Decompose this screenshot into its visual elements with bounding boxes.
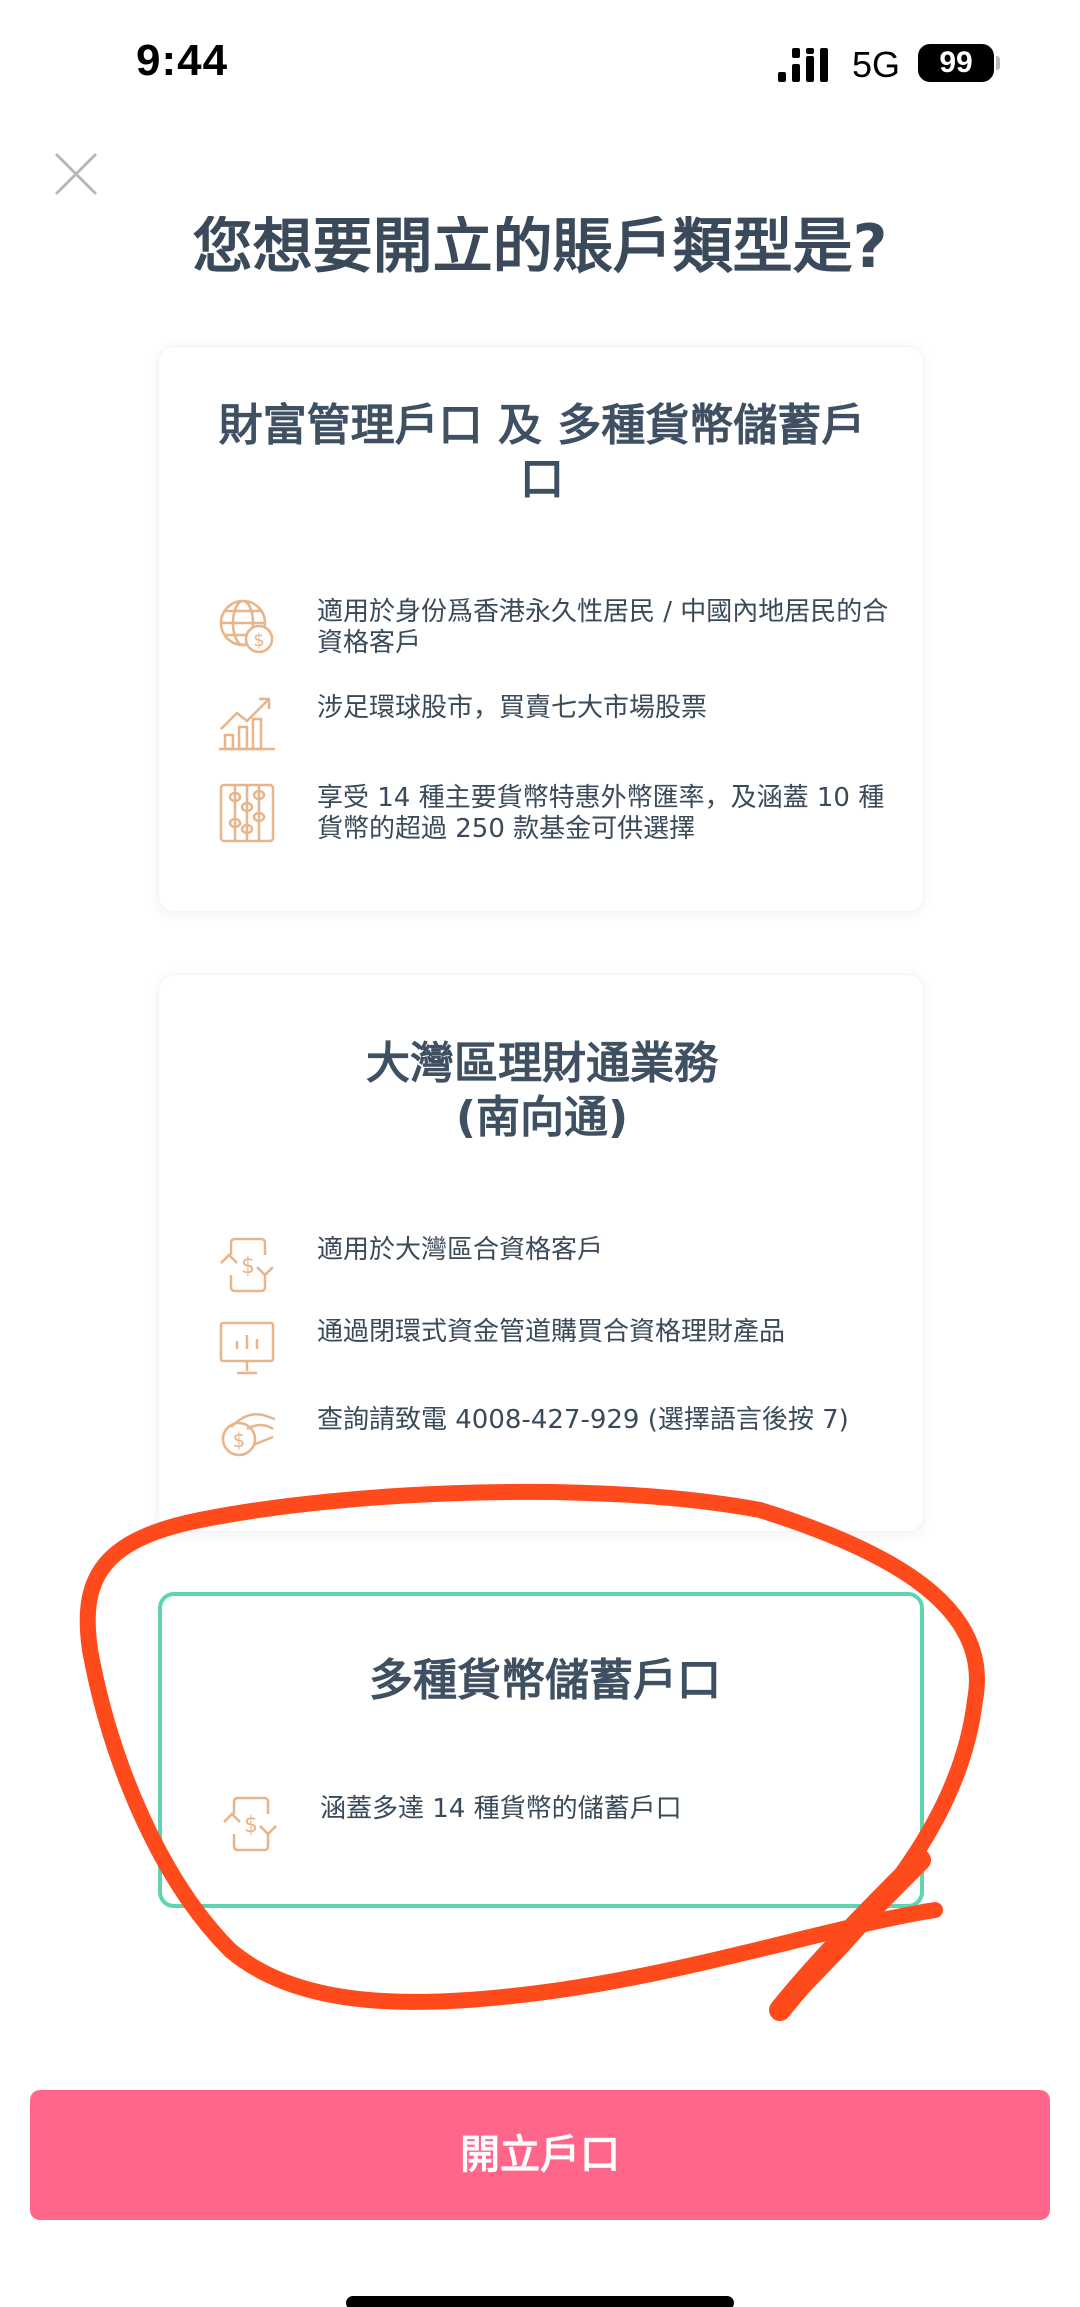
feature-text: 涉足環球股市，買賣七大市場股票 <box>317 693 708 723</box>
svg-text:$: $ <box>233 1428 246 1452</box>
close-icon[interactable] <box>54 152 98 196</box>
signal-icon <box>778 48 828 82</box>
card-title: 財富管理戶口 及 多種貨幣儲蓄戶口 <box>218 400 866 505</box>
feature-text: 通過閉環式資金管道購買合資格理財產品 <box>317 1317 786 1347</box>
feature-text: 涵蓋多達 14 種貨幣的儲蓄戶口 <box>320 1794 682 1824</box>
wealth-management-account-card[interactable]: 財富管理戶口 及 多種貨幣儲蓄戶口 $ 適用於身份爲香港永久性居民 / 中國內地… <box>158 346 924 912</box>
svg-text:$: $ <box>244 1813 258 1838</box>
feature-text: 享受 14 種主要貨幣特惠外幣匯率，及涵蓋 10 種貨幣的超過 250 款基金可… <box>317 783 885 844</box>
hand-coin-icon: $ <box>221 1413 276 1457</box>
feature-text: 適用於大灣區合資格客戶 <box>317 1235 604 1265</box>
svg-text:$: $ <box>241 1254 255 1279</box>
battery-icon: 99 <box>918 44 994 82</box>
home-indicator <box>346 2296 734 2307</box>
page-heading-container: 您想要開立的賬戶類型是? <box>0 216 1080 274</box>
presentation-chart-icon <box>219 1321 275 1375</box>
svg-text:$: $ <box>253 630 264 651</box>
account-type-screen: 9:44 5G 99 您想要開立的賬戶類型是? 財富管理戶口 及 多種貨幣儲蓄戶… <box>0 0 1080 2307</box>
gba-wealth-connect-card[interactable]: 大灣區理財通業務 (南向通) $ 適用於大灣區合資格客戶 通過閉環式資金管道購買… <box>158 974 924 1532</box>
card-title: 大灣區理財通業務 (南向通) <box>366 1038 718 1143</box>
globe-dollar-icon: $ <box>219 599 274 654</box>
currency-exchange-icon: $ <box>220 1237 274 1293</box>
multi-currency-savings-card[interactable]: 多種貨幣儲蓄戶口 $ 涵蓋多達 14 種貨幣的儲蓄戶口 <box>158 1592 924 1908</box>
abacus-icon <box>219 783 275 843</box>
open-account-button[interactable]: 開立戶口 <box>30 2090 1050 2220</box>
growth-chart-icon <box>219 697 275 751</box>
status-bar: 9:44 5G 99 <box>0 0 1080 130</box>
battery-nub <box>996 56 1000 70</box>
feature-text: 查詢請致電 4008-427-929 (選擇語言後按 7) <box>317 1405 849 1435</box>
status-time: 9:44 <box>136 36 229 85</box>
feature-text: 適用於身份爲香港永久性居民 / 中國內地居民的合資格客戶 <box>317 597 889 658</box>
card-title: 多種貨幣儲蓄戶口 <box>369 1655 721 1706</box>
currency-exchange-icon: $ <box>223 1796 277 1852</box>
page-heading: 您想要開立的賬戶類型是? <box>192 216 888 274</box>
network-type: 5G <box>852 44 901 85</box>
